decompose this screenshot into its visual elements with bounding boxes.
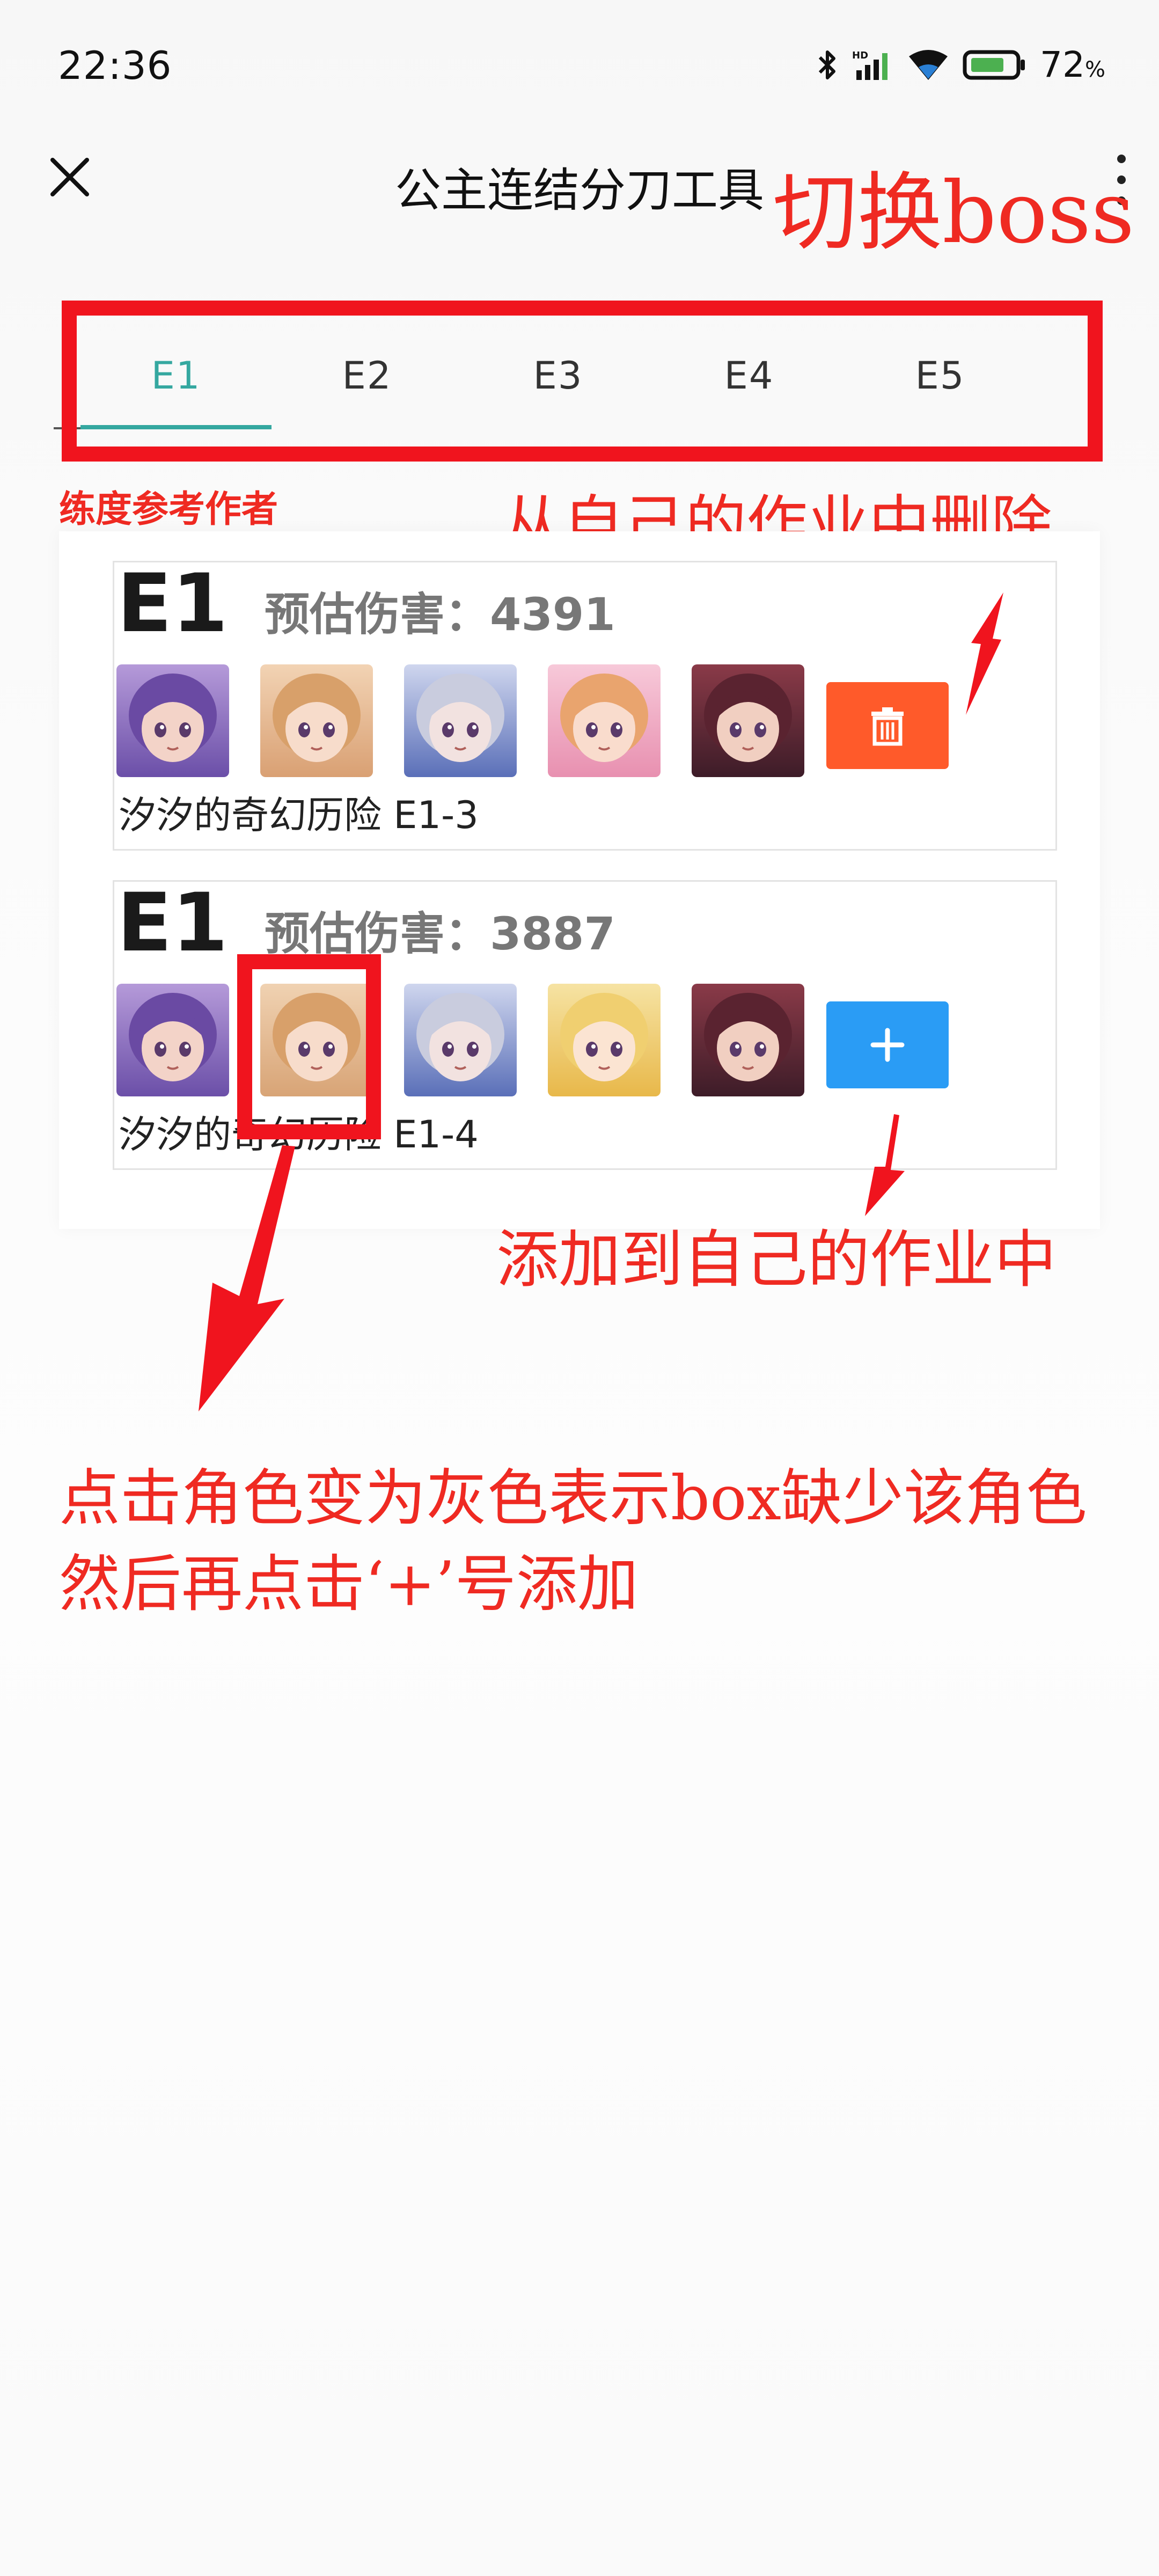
annotation-add: 添加到自己的作业中 [496,1224,1057,1296]
character-avatar[interactable] [692,664,804,777]
battery-percent: 72% [1040,44,1105,85]
screen: 22:36 HD 72% 公主连结分刀工具 切换boss E1 E2 E3 E4… [0,0,1159,2576]
status-time: 22:36 [58,43,172,88]
character-avatar[interactable] [404,664,517,777]
avatar-highlight-frame [237,954,381,1139]
wifi-icon [907,48,950,82]
hd-signal-icon: HD [851,48,894,82]
status-bar: 22:36 HD 72% [0,0,1159,134]
arrow-to-tip [199,1145,295,1411]
svg-text:HD: HD [852,50,868,61]
row-boss-label: E1 [117,557,228,650]
delete-button[interactable] [826,682,949,769]
status-icons: HD 72% [817,44,1105,85]
character-avatar[interactable] [116,984,229,1096]
row-boss-label: E1 [117,876,228,970]
character-avatar[interactable] [116,664,229,777]
arrow-to-delete [966,592,1003,715]
row-damage: 预估伤害：3887 [265,908,615,960]
lineup-card: E1 预估伤害：4391 汐汐的奇幻历险 E1-3 E1 预估伤害：3887 汐… [59,531,1100,1229]
character-avatar[interactable] [260,664,373,777]
battery-icon [963,48,1027,82]
character-avatar[interactable] [548,664,661,777]
lineup-row: E1 预估伤害：4391 汐汐的奇幻历险 E1-3 [113,557,1057,851]
add-button[interactable] [826,1001,949,1088]
arrow-to-add-note [865,1114,905,1216]
trash-icon [871,707,904,746]
character-avatar[interactable] [404,984,517,1096]
tabs-highlight-frame [62,301,1103,462]
avatar-list [116,984,804,1096]
row-caption: 汐汐的奇幻历险 E1-3 [119,793,479,837]
avatar-list [116,664,804,777]
annotation-tip-line1: 点击角色变为灰色表示box缺少该角色 [59,1462,1087,1534]
annotation-switch-boss: 切换boss [773,164,1135,262]
character-avatar[interactable] [548,984,661,1096]
character-avatar[interactable] [692,984,804,1096]
section-label: 练度参考作者 [59,488,278,531]
plus-icon [870,1028,905,1062]
bluetooth-icon [817,48,838,82]
annotation-tip-line2: 然后再点击‘+’号添加 [59,1548,639,1620]
row-damage: 预估伤害：4391 [265,588,615,641]
